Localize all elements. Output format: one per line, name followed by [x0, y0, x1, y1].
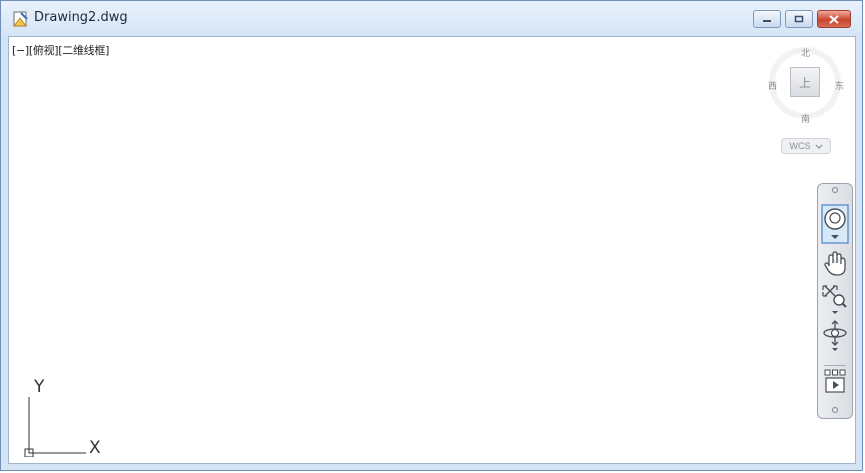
viewcube-face-label: 上	[798, 75, 811, 90]
minimize-button[interactable]	[753, 10, 781, 28]
close-button[interactable]	[817, 10, 851, 28]
wcs-label: WCS	[789, 141, 811, 151]
steering-wheel-button[interactable]	[818, 204, 852, 244]
viewcube-west[interactable]: 西	[768, 79, 777, 92]
minimize-icon	[763, 20, 771, 22]
orbit-button[interactable]	[818, 318, 852, 352]
showmotion-icon	[824, 369, 846, 393]
drawing-window: Drawing2.dwg [−][俯视][二维线框] 北 西 东 南 上 WCS	[0, 0, 863, 471]
wcs-menu[interactable]: WCS	[781, 138, 831, 154]
showmotion-button[interactable]	[818, 369, 852, 395]
navbar-separator	[824, 365, 846, 366]
drawing-canvas[interactable]: [−][俯视][二维线框] 北 西 东 南 上 WCS Y X	[8, 36, 856, 464]
ucs-x-label: X	[89, 438, 101, 457]
close-icon	[829, 14, 839, 24]
title-bar[interactable]: Drawing2.dwg	[1, 1, 862, 35]
viewcube-top-face[interactable]: 上	[790, 67, 820, 97]
ucs-icon: Y X	[24, 377, 101, 457]
viewcube-north[interactable]: 北	[801, 46, 810, 59]
viewcube-south[interactable]: 南	[801, 112, 810, 125]
viewcube-east[interactable]: 东	[835, 79, 844, 92]
orbit-icon	[823, 320, 847, 351]
zoom-icon	[822, 285, 847, 314]
chevron-down-icon	[815, 144, 822, 149]
pan-button[interactable]	[818, 250, 852, 278]
navbar-grip[interactable]	[818, 186, 852, 194]
restore-icon	[794, 15, 804, 23]
caption-buttons	[753, 10, 851, 28]
steering-wheel-icon	[821, 204, 849, 244]
restore-button[interactable]	[785, 10, 813, 28]
zoom-button[interactable]	[818, 282, 852, 314]
navbar-options[interactable]	[818, 406, 852, 414]
ucs-y-label: Y	[33, 377, 45, 397]
window-title: Drawing2.dwg	[34, 10, 128, 25]
viewport-controls-label[interactable]: [−][俯视][二维线框]	[12, 42, 109, 58]
drawing-file-icon	[13, 11, 28, 27]
options-icon	[832, 407, 838, 413]
grip-icon	[832, 187, 838, 193]
pan-hand-icon	[824, 251, 846, 276]
navigation-bar	[817, 183, 853, 419]
